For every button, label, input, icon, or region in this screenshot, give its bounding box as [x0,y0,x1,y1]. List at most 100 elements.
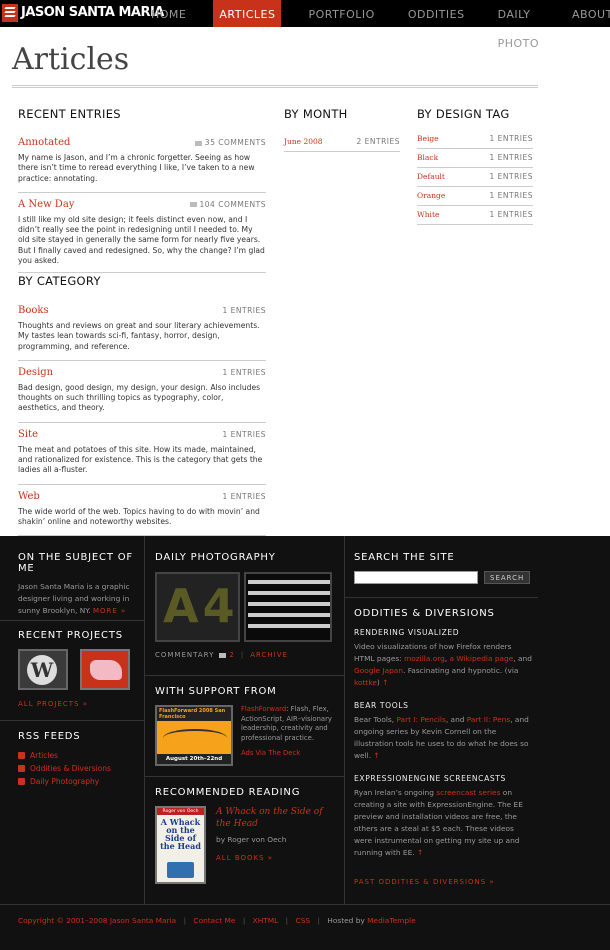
book-title-link[interactable]: A Whack on the Side of the Head [216,806,340,830]
category-title[interactable]: Web [18,491,40,502]
rss-icon [18,752,25,759]
oddity-link[interactable]: Part I: Pencils [396,715,445,724]
nav-articles[interactable]: Articles [213,0,282,27]
contact-link[interactable]: Contact Me [193,916,235,925]
category-count: 1 Entries [222,306,266,315]
tag-link[interactable]: Black [417,153,438,162]
separator: | [285,916,289,925]
past-oddities-link[interactable]: Past Oddities & Diversions » [354,878,495,886]
entry-title[interactable]: Annotated [18,137,70,148]
permalink-icon[interactable]: ↑ [417,848,423,857]
daily-photo-heading: Daily Photography [155,552,276,563]
rss-icon [18,765,25,772]
nav-portfolio[interactable]: Portfolio [302,0,380,27]
entry-comments[interactable]: 35 Comments [194,138,266,147]
xhtml-link[interactable]: XHTML [253,916,279,925]
category-title[interactable]: Site [18,429,38,440]
top-bar: Jason Santa Maria Home Articles Portfoli… [0,0,610,50]
by-design-tag-heading: By Design Tag [417,107,510,121]
ad-date: August 20th–22nd [157,754,231,764]
bridge-icon [163,729,227,747]
photo-stripe [248,591,330,595]
oddity-link[interactable]: a Wikipedia page [450,654,514,663]
by-month-heading: By Month [284,107,348,121]
tag-link[interactable]: Beige [417,134,439,143]
photo-stripe [248,580,330,584]
about-more-link[interactable]: More » [93,607,126,615]
search-button[interactable]: Search [484,571,531,584]
rss-oddities-link[interactable]: Oddities & Diversions [30,764,111,773]
search-input[interactable] [354,571,478,584]
all-projects-link[interactable]: All Projects » [18,700,136,708]
daily-photo-thumb[interactable] [244,572,332,642]
oddity-item: Bear Tools Bear Tools, Part I: Pencils, … [354,701,534,762]
nav-oddities[interactable]: Oddities [402,0,471,27]
by-category-heading: By Category [18,274,101,288]
host-link[interactable]: MediaTemple [367,916,416,925]
daily-photo-section: Daily Photography A4 Commentary 2 | Arch… [155,552,335,659]
book-cover-author: Roger von Oech [157,808,204,815]
comment-icon [219,652,227,658]
daily-photo-thumb[interactable]: A4 [155,572,240,642]
rss-articles-link[interactable]: Articles [30,751,58,760]
recent-entries-heading: Recent Entries [18,107,121,121]
photo-comment-count[interactable]: 2 [229,651,234,659]
by-month: By Month June 2008 2 Entries [284,107,400,152]
project-thumb-wordpress[interactable]: W [18,649,68,690]
copyright-name-link[interactable]: Jason Santa Maria [110,916,176,925]
entry-comments[interactable]: 104 Comments [189,200,266,209]
category-count: 1 Entries [222,429,266,439]
footer-divider [344,536,345,904]
photo-archive-link[interactable]: Archive [250,651,288,659]
oddity-link[interactable]: kottke [354,678,377,687]
support-heading: With Support From [155,686,277,697]
oddity-link[interactable]: Part II: Pens [467,715,510,724]
comment-icon [189,202,197,208]
comment-icon [194,140,202,146]
photo-meta: Commentary 2 | Archive [155,651,335,659]
comment-count: 35 Comments [204,138,266,147]
rss-item[interactable]: Daily Photography [18,777,136,786]
nav-home[interactable]: Home [145,0,192,27]
pink-creature-icon [90,660,122,680]
rss-item[interactable]: Articles [18,751,136,760]
oddity-link[interactable]: screencast series [436,788,500,797]
oddity-link[interactable]: Google Japan [354,666,403,675]
commentary-label: Commentary [155,651,215,659]
category-count: 1 Entries [222,367,266,377]
book-cover[interactable]: Roger von Oech A Whack on the Side of th… [155,806,206,884]
about-section: On the Subject of Me Jason Santa Maria i… [18,552,136,617]
month-link[interactable]: June 2008 [284,137,323,146]
photo-stripe [248,624,330,628]
tag-link[interactable]: Default [417,172,445,181]
category-title[interactable]: Books [18,305,49,316]
category-item: Design 1 Entries Bad design, good design,… [18,361,266,423]
ads-via-link[interactable]: Ads Via The Deck [241,749,340,759]
ad-title: FlashForward 2008 San Francisco [157,707,231,721]
permalink-icon[interactable]: ↑ [373,751,379,760]
book-illustration [167,862,194,878]
category-description: The meat and potatoes of this site. How … [18,444,263,475]
nav-daily-photo[interactable]: Daily Photo [492,0,545,50]
all-books-link[interactable]: All Books » [216,854,340,862]
tag-link[interactable]: White [417,210,439,219]
category-title[interactable]: Design [18,367,53,378]
flashforward-ad[interactable]: FlashForward 2008 San Francisco August 2… [155,705,233,766]
oddity-item: Rendering Visualized Video visualization… [354,628,534,689]
rss-photo-link[interactable]: Daily Photography [30,777,99,786]
oddity-link[interactable]: mozilla.org [404,654,445,663]
project-thumb-illustration[interactable] [80,649,130,690]
footer-divider [345,597,538,598]
nav-about[interactable]: About [566,0,610,27]
entry-title[interactable]: A New Day [18,199,74,210]
permalink-icon[interactable]: ↑ [382,678,388,687]
css-link[interactable]: CSS [296,916,311,925]
tag-count: 1 Entries [489,172,533,181]
logo-icon[interactable] [2,4,18,22]
tag-link[interactable]: Orange [417,191,445,200]
rss-item[interactable]: Oddities & Diversions [18,764,136,773]
flashforward-link[interactable]: FlashForward [241,705,286,713]
entry-excerpt: My name is Jason, and I’m a chronic forg… [18,153,255,183]
category-item: Site 1 Entries The meat and potatoes of t… [18,423,266,485]
site-name[interactable]: Jason Santa Maria [21,5,164,20]
